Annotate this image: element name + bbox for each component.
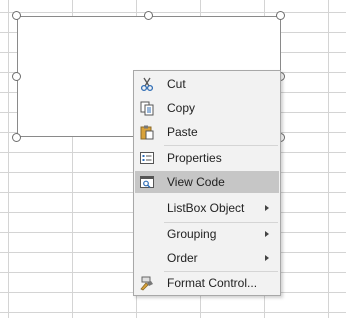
menu-item-label: Cut: [167, 77, 186, 91]
menu-item-label: ListBox Object: [167, 201, 245, 215]
context-menu: Cut Copy Paste Properties View Code List…: [133, 70, 281, 296]
menu-item-view-code[interactable]: View Code: [135, 171, 279, 193]
menu-item-copy[interactable]: Copy: [135, 97, 279, 119]
submenu-arrow-icon: [265, 231, 269, 237]
scissors-icon: [139, 76, 155, 92]
menu-item-grouping[interactable]: Grouping: [135, 223, 279, 245]
menu-item-label: Properties: [167, 151, 222, 165]
resize-handle-top-right[interactable]: [276, 11, 285, 20]
menu-item-properties[interactable]: Properties: [135, 147, 279, 169]
menu-item-cut[interactable]: Cut: [135, 73, 279, 95]
resize-handle-middle-left[interactable]: [12, 72, 21, 81]
menu-item-label: Order: [167, 251, 198, 265]
properties-icon: [139, 150, 155, 166]
submenu-arrow-icon: [265, 255, 269, 261]
resize-handle-top-left[interactable]: [12, 11, 21, 20]
menu-item-paste[interactable]: Paste: [135, 121, 279, 143]
menu-item-label: Paste: [167, 125, 198, 139]
menu-item-format-control[interactable]: Format Control...: [135, 272, 279, 294]
resize-handle-top-center[interactable]: [144, 11, 153, 20]
format-control-icon: [139, 275, 155, 291]
menu-item-label: Copy: [167, 101, 196, 115]
menu-item-label: Grouping: [167, 227, 217, 241]
copy-icon: [139, 100, 155, 116]
view-code-icon: [139, 174, 155, 190]
menu-separator: [164, 145, 278, 146]
menu-item-label: View Code: [167, 175, 225, 189]
menu-item-order[interactable]: Order: [135, 247, 279, 269]
menu-item-listbox-object[interactable]: ListBox Object: [135, 197, 279, 219]
resize-handle-bottom-left[interactable]: [12, 133, 21, 142]
menu-item-label: Format Control...: [167, 276, 258, 290]
paste-icon: [139, 124, 155, 140]
submenu-arrow-icon: [265, 205, 269, 211]
